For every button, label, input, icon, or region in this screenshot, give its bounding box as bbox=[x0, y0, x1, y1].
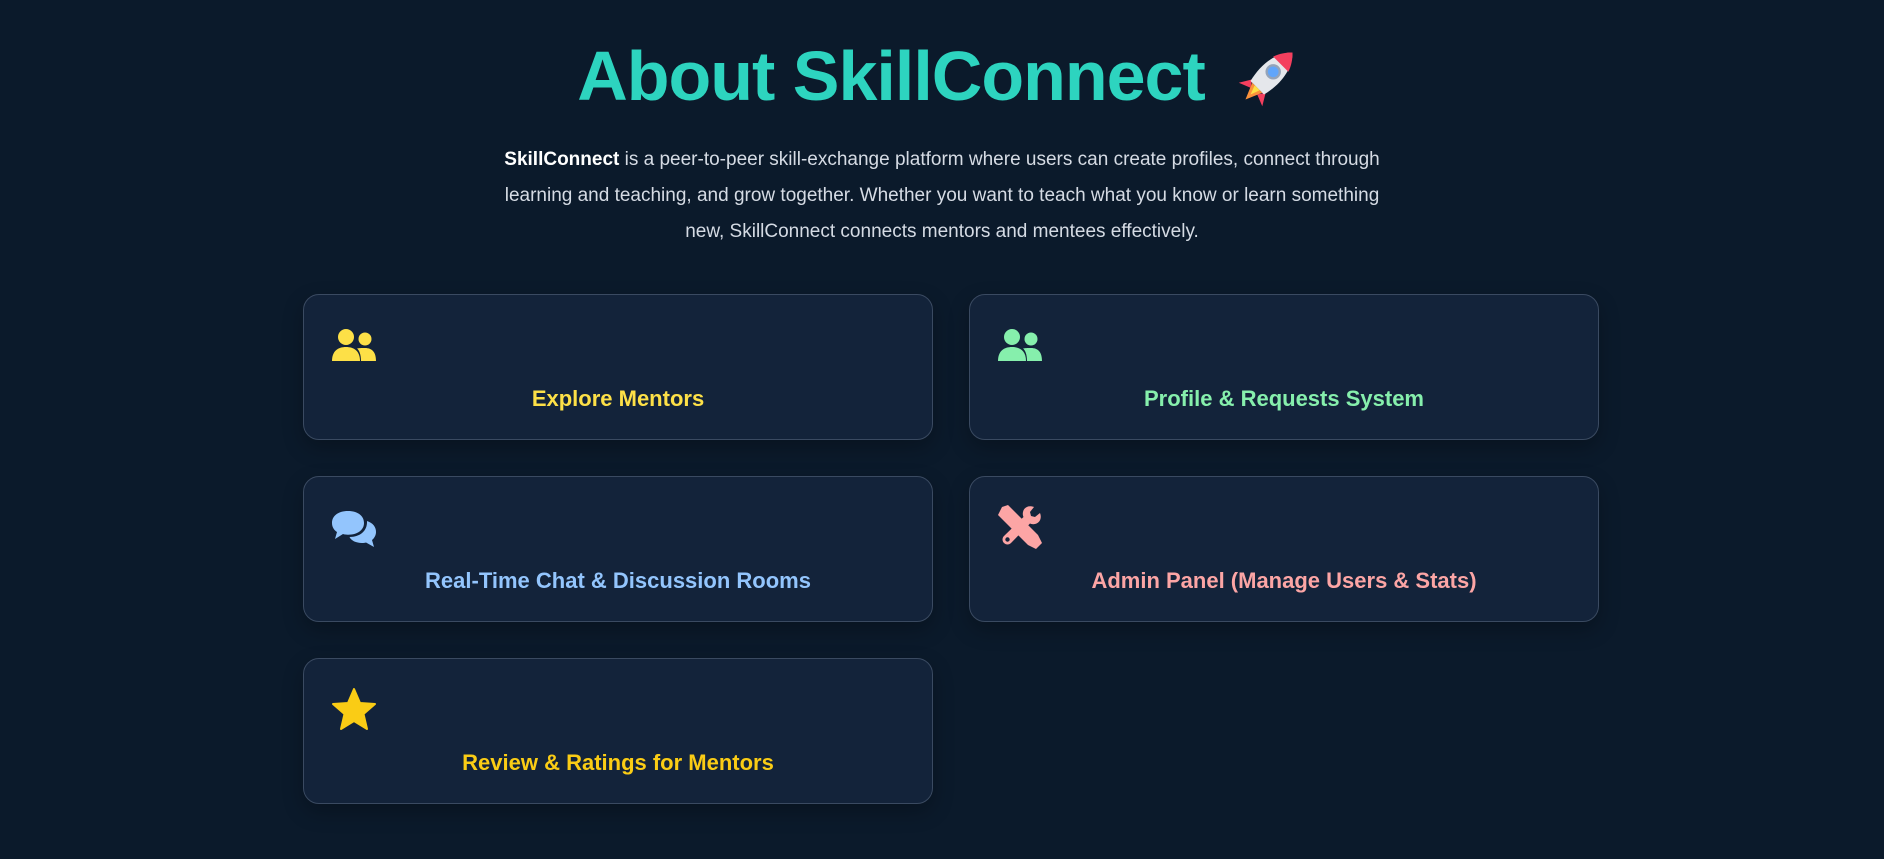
feature-label: Profile & Requests System bbox=[1144, 386, 1424, 411]
intro-brand: SkillConnect bbox=[504, 149, 620, 170]
feature-label: Explore Mentors bbox=[531, 386, 705, 411]
tools-icon bbox=[998, 505, 1042, 549]
feature-label: Real-Time Chat & Discussion Rooms bbox=[425, 568, 811, 593]
feature-card-admin-panel[interactable]: Admin Panel (Manage Users & Stats) bbox=[969, 476, 1599, 622]
page-title: About SkillConnect bbox=[0, 34, 1884, 118]
feature-card-chat-rooms[interactable]: Real-Time Chat & Discussion Rooms bbox=[303, 476, 933, 622]
feature-label: Review & Ratings for Mentors bbox=[462, 750, 774, 775]
rocket-icon bbox=[1238, 52, 1293, 107]
feature-card-reviews-ratings[interactable]: Review & Ratings for Mentors bbox=[303, 658, 933, 804]
users-icon bbox=[332, 329, 376, 361]
star-icon bbox=[332, 688, 376, 730]
chat-bubbles-icon bbox=[332, 511, 376, 547]
page-title-text: About SkillConnect bbox=[577, 37, 1206, 115]
feature-card-profile-requests[interactable]: Profile & Requests System bbox=[969, 294, 1599, 440]
intro-text: is a peer-to-peer skill-exchange platfor… bbox=[504, 149, 1380, 242]
users-icon bbox=[998, 329, 1042, 361]
feature-label: Admin Panel (Manage Users & Stats) bbox=[1091, 568, 1477, 593]
about-page: About SkillConnect SkillConnect is a pee… bbox=[0, 0, 1884, 859]
intro-paragraph: SkillConnect is a peer-to-peer skill-exc… bbox=[500, 142, 1384, 250]
feature-card-explore-mentors[interactable]: Explore Mentors bbox=[303, 294, 933, 440]
